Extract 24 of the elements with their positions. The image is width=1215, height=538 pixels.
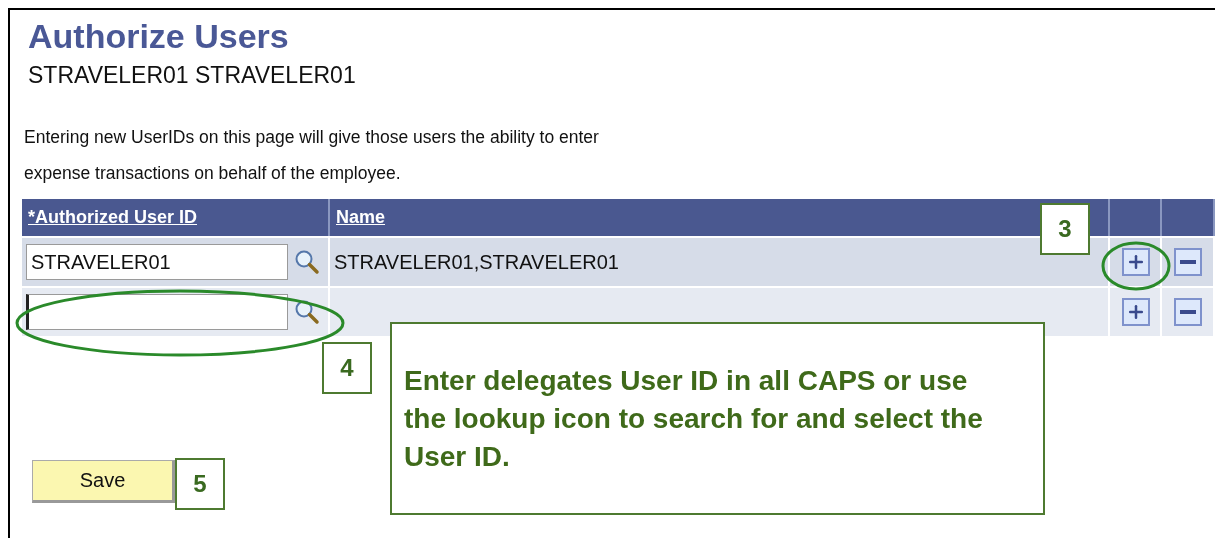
- user-name: STRAVELER01,STRAVELER01: [334, 250, 619, 274]
- delete-row-button[interactable]: [1174, 298, 1202, 326]
- step-number: 4: [322, 342, 372, 394]
- sort-link[interactable]: Name: [336, 207, 386, 228]
- search-icon[interactable]: [294, 249, 320, 275]
- plus-icon: [1126, 302, 1146, 322]
- save-button[interactable]: Save: [32, 460, 175, 503]
- sort-link[interactable]: *Authorized User ID: [28, 207, 198, 228]
- highlight-ellipse: [1100, 240, 1172, 292]
- add-row-button[interactable]: [1122, 248, 1150, 276]
- user-id-field[interactable]: [26, 294, 288, 330]
- step-number: 3: [1040, 203, 1090, 255]
- delete-row-button[interactable]: [1174, 248, 1202, 276]
- column-header: [1162, 199, 1215, 236]
- plus-icon: [1126, 252, 1146, 272]
- callout-note: Enter delegates User ID in all CAPS or use the lookup icon to search for and select the User ID.: [390, 322, 1045, 515]
- step-number: 5: [175, 458, 225, 510]
- user-id-field[interactable]: STRAVELER01: [26, 244, 288, 280]
- instructions-text: Entering new UserIDs on this page will give those users the ability to enter expense transactions on behalf of the employee.: [24, 126, 600, 185]
- page-title: Authorize Users: [28, 16, 290, 56]
- employee-name: STRAVELER01 STRAVELER01: [28, 61, 357, 90]
- minus-icon: [1180, 260, 1196, 264]
- add-row-button[interactable]: [1122, 298, 1150, 326]
- minus-icon: [1180, 310, 1196, 314]
